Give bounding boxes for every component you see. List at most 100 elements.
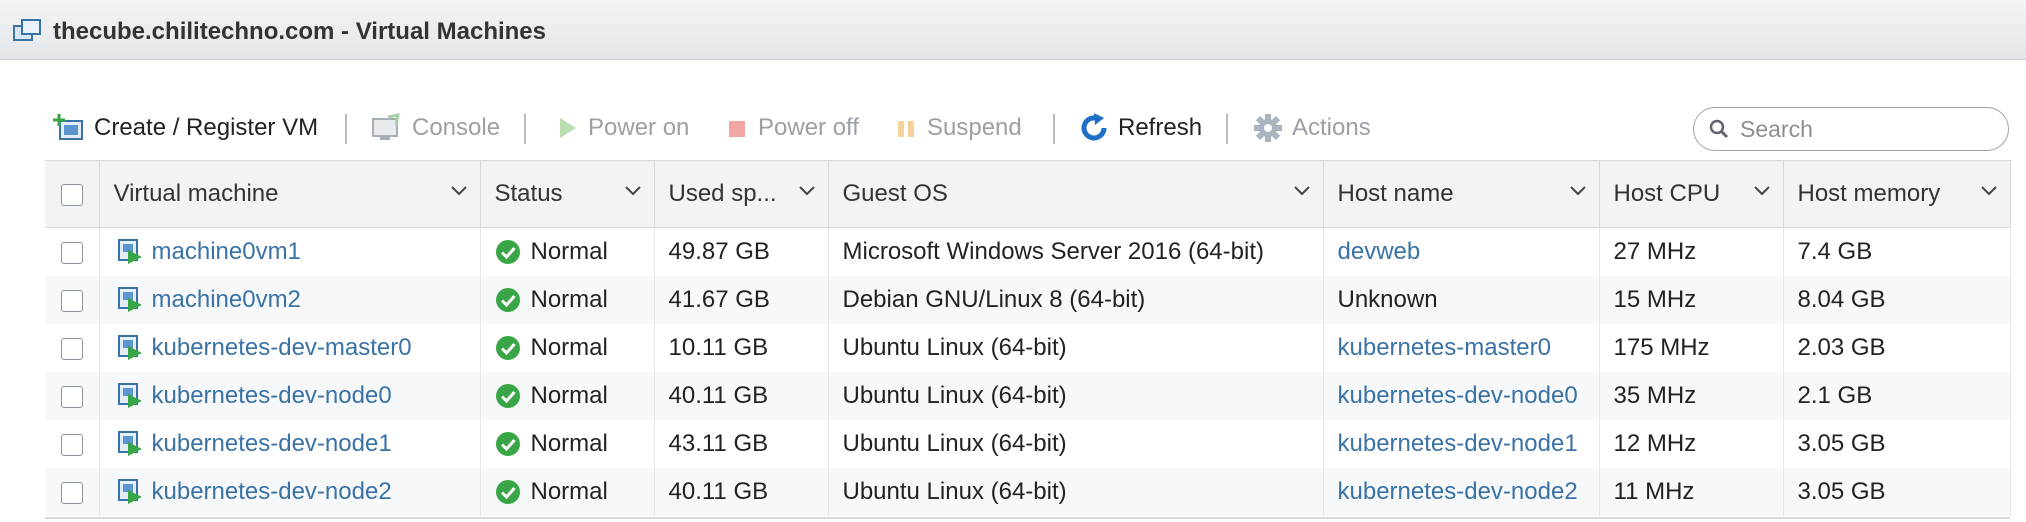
host-name-cell: kubernetes-dev-node2	[1323, 468, 1600, 516]
vm-powered-on-icon	[117, 479, 142, 504]
vm-powered-on-icon	[117, 431, 142, 456]
host-name-cell: devweb	[1323, 227, 1600, 276]
chevron-down-icon	[624, 186, 641, 196]
chevron-down-icon	[1569, 186, 1586, 196]
column-header-virtual-machine[interactable]: Virtual machine	[99, 160, 481, 228]
row-select-cell	[45, 420, 100, 468]
status-cell: Normal	[480, 372, 655, 420]
vm-name-link[interactable]: machine0vm1	[152, 238, 301, 266]
actions-button[interactable]: Actions	[1252, 100, 1371, 156]
vm-name-link[interactable]: kubernetes-dev-node1	[152, 430, 392, 458]
column-header-guest-os[interactable]: Guest OS	[828, 160, 1324, 228]
guest-os-cell: Debian GNU/Linux 8 (64-bit)	[828, 276, 1324, 324]
host-name-link[interactable]: kubernetes-dev-node2	[1338, 478, 1578, 505]
check-circle-icon	[495, 288, 520, 312]
used-space-cell: 43.11 GB	[654, 420, 829, 468]
host-name-link[interactable]: devweb	[1338, 238, 1421, 265]
status-text: Normal	[530, 478, 608, 505]
host-memory-cell: 7.4 GB	[1783, 227, 2011, 276]
column-header-host-cpu[interactable]: Host CPU	[1599, 160, 1784, 228]
check-circle-icon	[495, 480, 520, 504]
table-row[interactable]: kubernetes-dev-master0 Normal 10.11 GB U…	[45, 324, 2011, 372]
select-all-header	[45, 160, 100, 228]
chevron-down-icon	[1753, 186, 1770, 196]
row-checkbox[interactable]	[60, 433, 83, 456]
used-space-cell: 49.87 GB	[654, 227, 829, 276]
column-header-used-space[interactable]: Used sp...	[654, 160, 829, 228]
guest-os-cell: Ubuntu Linux (64-bit)	[828, 372, 1324, 420]
host-name-link[interactable]: kubernetes-dev-node0	[1338, 382, 1578, 409]
create-register-vm-label: Create / Register VM	[94, 114, 319, 141]
play-icon	[560, 118, 576, 138]
vm-powered-on-icon	[117, 335, 142, 360]
console-button[interactable]: Console	[370, 100, 500, 156]
vm-powered-on-icon	[117, 239, 142, 264]
check-circle-icon	[495, 336, 520, 360]
refresh-button[interactable]: Refresh	[1078, 100, 1202, 156]
row-select-cell	[45, 276, 100, 324]
check-circle-icon	[495, 432, 520, 456]
row-checkbox[interactable]	[60, 385, 83, 408]
create-register-vm-button[interactable]: Create / Register VM	[52, 100, 318, 156]
guest-os-cell: Ubuntu Linux (64-bit)	[828, 420, 1324, 468]
table-header-row: Virtual machine Status Used sp... Guest …	[45, 160, 2011, 228]
table-row[interactable]: machine0vm1 Normal 49.87 GB Microsoft Wi…	[45, 227, 2011, 276]
table-row[interactable]: kubernetes-dev-node1 Normal 43.11 GB Ubu…	[45, 420, 2011, 468]
host-memory-cell: 3.05 GB	[1783, 468, 2011, 516]
column-header-label: Status	[494, 180, 563, 207]
row-checkbox[interactable]	[60, 481, 83, 504]
row-select-cell	[45, 324, 100, 372]
chevron-down-icon	[450, 186, 467, 196]
chevron-down-icon	[1293, 186, 1310, 196]
check-circle-icon	[495, 384, 520, 408]
select-all-checkbox[interactable]	[60, 183, 83, 206]
check-circle-icon	[495, 240, 520, 264]
vm-powered-on-icon	[117, 383, 142, 408]
suspend-button[interactable]: Suspend	[895, 100, 1022, 156]
vm-name-cell: kubernetes-dev-master0	[99, 324, 481, 372]
row-select-cell	[45, 372, 100, 420]
vm-name-cell: machine0vm1	[99, 227, 481, 276]
table-row[interactable]: kubernetes-dev-node0 Normal 40.11 GB Ubu…	[45, 372, 2011, 420]
gear-icon	[1254, 114, 1282, 142]
column-header-status[interactable]: Status	[480, 160, 655, 228]
console-icon	[372, 113, 400, 140]
vm-name-link[interactable]: kubernetes-dev-node0	[152, 382, 392, 410]
table-row[interactable]: kubernetes-dev-node2 Normal 40.11 GB Ubu…	[45, 468, 2011, 516]
vm-name-cell: kubernetes-dev-node0	[99, 372, 481, 420]
refresh-icon	[1081, 113, 1107, 141]
table-bottom-border	[45, 517, 2010, 519]
used-space-cell: 40.11 GB	[654, 372, 829, 420]
power-off-button[interactable]: Power off	[726, 100, 859, 156]
host-name-text: Unknown	[1337, 286, 1438, 313]
host-name-link[interactable]: kubernetes-master0	[1338, 334, 1551, 361]
host-memory-cell: 3.05 GB	[1783, 420, 2011, 468]
table-row[interactable]: machine0vm2 Normal 41.67 GB Debian GNU/L…	[45, 276, 2011, 324]
search-input[interactable]	[1738, 114, 1992, 144]
status-text: Normal	[530, 238, 608, 265]
actions-label: Actions	[1292, 114, 1371, 141]
vm-table: Virtual machine Status Used sp... Guest …	[45, 160, 2011, 516]
column-header-host-memory[interactable]: Host memory	[1783, 160, 2011, 228]
host-name-cell: kubernetes-dev-node1	[1323, 420, 1600, 468]
host-cpu-cell: 35 MHz	[1599, 372, 1784, 420]
status-cell: Normal	[480, 324, 655, 372]
vm-window-icon	[13, 19, 41, 41]
power-on-button[interactable]: Power on	[556, 100, 689, 156]
column-header-host-name[interactable]: Host name	[1323, 160, 1600, 228]
row-checkbox[interactable]	[60, 289, 83, 312]
row-checkbox[interactable]	[60, 241, 83, 264]
toolbar-divider	[1226, 114, 1228, 144]
vm-name-link[interactable]: kubernetes-dev-node2	[152, 478, 392, 506]
status-text: Normal	[530, 286, 608, 313]
used-space-cell: 40.11 GB	[654, 468, 829, 516]
vm-name-link[interactable]: machine0vm2	[152, 286, 301, 314]
host-name-link[interactable]: kubernetes-dev-node1	[1338, 430, 1578, 457]
row-select-cell	[45, 227, 100, 276]
vm-name-link[interactable]: kubernetes-dev-master0	[152, 334, 412, 362]
status-cell: Normal	[480, 227, 655, 276]
status-text: Normal	[530, 430, 608, 457]
column-header-label: Host name	[1337, 180, 1454, 207]
row-checkbox[interactable]	[60, 337, 83, 360]
window-titlebar: thecube.chilitechno.com - Virtual Machin…	[0, 0, 2026, 60]
